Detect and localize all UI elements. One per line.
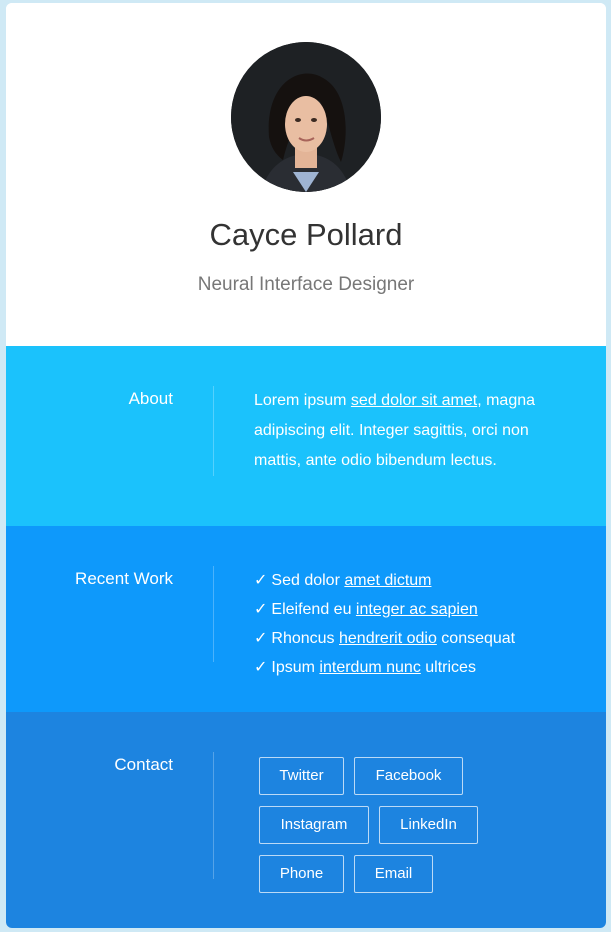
- check-icon: ✓: [254, 659, 268, 676]
- work-item-link[interactable]: amet dictum: [344, 572, 431, 589]
- about-divider: [213, 386, 214, 476]
- recent-work-divider: [213, 566, 214, 662]
- work-item: ✓ Rhoncus hendrerit odio consequat: [254, 624, 515, 653]
- profile-header: Cayce Pollard Neural Interface Designer: [6, 3, 606, 346]
- email-button[interactable]: Email: [354, 855, 433, 893]
- about-section: About Lorem ipsum sed dolor sit amet, ma…: [6, 346, 606, 526]
- work-item-text: Eleifend eu: [271, 601, 356, 618]
- contact-divider: [213, 752, 214, 879]
- work-item-text: Ipsum: [271, 659, 320, 676]
- profile-name: Cayce Pollard: [209, 217, 403, 252]
- work-item: ✓ Sed dolor amet dictum: [254, 566, 515, 595]
- check-icon: ✓: [254, 630, 268, 647]
- about-label: About: [128, 389, 173, 408]
- work-item-suffix: consequat: [436, 630, 516, 647]
- profile-card: Cayce Pollard Neural Interface Designer …: [6, 3, 606, 928]
- about-text: Lorem ipsum sed dolor sit amet, magna ad…: [254, 386, 554, 476]
- avatar: [231, 42, 381, 192]
- about-text-start: Lorem ipsum: [254, 392, 351, 409]
- recent-work-section: Recent Work ✓ Sed dolor amet dictum ✓ Elei…: [6, 526, 606, 712]
- linkedin-button[interactable]: LinkedIn: [379, 806, 478, 844]
- avatar-photo: [231, 42, 381, 192]
- contact-section: Contact Twitter Facebook Instagram Linke…: [6, 712, 606, 928]
- work-item-suffix: ultrices: [420, 659, 476, 676]
- facebook-button[interactable]: Facebook: [354, 757, 463, 795]
- profile-role: Neural Interface Designer: [197, 274, 415, 295]
- twitter-button[interactable]: Twitter: [259, 757, 344, 795]
- recent-work-list: ✓ Sed dolor amet dictum ✓ Eleifend eu inte…: [254, 566, 515, 682]
- contact-label: Contact: [114, 755, 173, 774]
- recent-work-label: Recent Work: [75, 569, 173, 588]
- work-item-link[interactable]: integer ac sapien: [356, 601, 478, 618]
- work-item-link[interactable]: interdum nunc: [319, 659, 420, 676]
- check-icon: ✓: [254, 601, 268, 618]
- work-item-link[interactable]: hendrerit odio: [339, 630, 437, 647]
- work-item: ✓ Eleifend eu integer ac sapien: [254, 595, 515, 624]
- check-icon: ✓: [254, 572, 268, 589]
- instagram-button[interactable]: Instagram: [259, 806, 369, 844]
- about-link[interactable]: sed dolor sit amet: [351, 392, 477, 409]
- work-item-text: Rhoncus: [271, 630, 339, 647]
- work-item: ✓ Ipsum interdum nunc ultrices: [254, 653, 515, 682]
- phone-button[interactable]: Phone: [259, 855, 344, 893]
- work-item-text: Sed dolor: [271, 572, 345, 589]
